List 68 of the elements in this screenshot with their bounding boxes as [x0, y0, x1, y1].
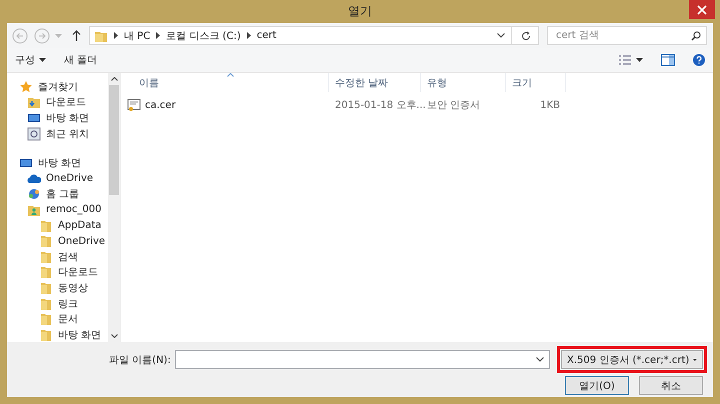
breadcrumb-item[interactable]: 로컬 디스크 (C:)	[166, 28, 241, 42]
file-type-dropdown[interactable]: X.509 인증서 (*.cer;*.crt)	[561, 350, 703, 369]
sidebar-item[interactable]: 다운로드	[7, 94, 108, 110]
cancel-button[interactable]: 취소	[639, 376, 703, 395]
folder-icon	[39, 280, 53, 295]
sidebar-item[interactable]: 문서	[7, 311, 108, 327]
sidebar-item[interactable]: OneDrive	[7, 233, 108, 249]
close-button[interactable]	[689, 0, 715, 19]
table-cell-text: 1KB	[539, 100, 561, 110]
search-icon	[691, 30, 701, 40]
sidebar-item[interactable]: 바탕 화면	[7, 155, 108, 171]
window-title: 열기	[348, 3, 372, 20]
column-header[interactable]: 크기	[506, 73, 566, 92]
close-icon	[697, 4, 707, 14]
address-bar[interactable]: 내 PC 로컬 디스크 (C:) cert	[89, 26, 539, 45]
sidebar-item[interactable]: AppData	[7, 218, 108, 234]
filename-label: 파일 이름(N):	[109, 354, 171, 366]
certificate-icon	[127, 98, 141, 112]
chevron-icon	[114, 32, 118, 39]
caret-icon	[39, 58, 46, 62]
sidebar-item[interactable]: 동영상	[7, 280, 108, 296]
scroll-down-icon[interactable]	[110, 334, 118, 338]
sidebar-item[interactable]: 홈 그룹	[7, 186, 108, 202]
scrollbar[interactable]	[108, 73, 120, 342]
sort-caret-icon	[227, 73, 234, 77]
sidebar-item[interactable]: 검색	[7, 248, 108, 265]
column-header[interactable]: 수정한 날짜	[329, 73, 421, 92]
dropdown-caret-icon[interactable]	[536, 357, 544, 362]
dropdown-caret-icon[interactable]	[497, 33, 505, 38]
caret-icon	[693, 358, 697, 362]
column-header[interactable]: 이름	[121, 73, 329, 92]
recent-icon	[27, 126, 41, 141]
organize-button[interactable]: 구성	[15, 53, 46, 67]
sidebar-item[interactable]: 최근 위치	[7, 126, 108, 142]
new-folder-button[interactable]: 새 폴더	[64, 53, 98, 67]
cloud-icon	[27, 172, 41, 186]
folder-icon	[39, 250, 53, 264]
folder-icon	[39, 218, 53, 233]
chevron-icon	[246, 32, 251, 39]
sidebar-item[interactable]: remoc_000	[7, 202, 108, 218]
network-icon	[27, 187, 41, 202]
breadcrumb-item[interactable]: 내 PC	[124, 28, 150, 42]
preview-pane-icon[interactable]	[661, 54, 675, 66]
sidebar-item[interactable]: 바탕 화면	[7, 326, 108, 342]
chevron-icon	[156, 32, 160, 39]
search-field[interactable]: cert 검색	[547, 26, 707, 45]
breadcrumb-item[interactable]: cert	[256, 30, 276, 41]
scroll-up-icon[interactable]	[110, 77, 118, 81]
star-icon	[19, 80, 33, 94]
download-icon	[27, 95, 41, 110]
sidebar-item[interactable]: 링크	[7, 296, 108, 312]
open-button[interactable]: 열기(O)	[565, 376, 629, 395]
folder-icon	[39, 265, 53, 280]
sidebar-item[interactable]: OneDrive	[7, 170, 108, 187]
folder-icon	[39, 312, 53, 326]
folder-icon	[39, 234, 53, 248]
refresh-icon[interactable]	[521, 30, 531, 40]
up-arrow-icon[interactable]	[72, 30, 81, 41]
help-icon[interactable]	[693, 54, 705, 66]
column-header[interactable]: 유형	[421, 73, 506, 92]
sidebar-item[interactable]: 바탕 화면	[7, 110, 108, 126]
sidebar-item[interactable]: 즐겨찾기	[7, 79, 108, 95]
view-options-icon[interactable]	[619, 55, 643, 65]
filename-field[interactable]	[174, 350, 550, 369]
sidebar-item[interactable]: 다운로드	[7, 264, 108, 280]
folder-icon	[39, 296, 53, 311]
folder-icon	[39, 328, 53, 342]
file-name[interactable]: ca.cer	[145, 100, 176, 110]
